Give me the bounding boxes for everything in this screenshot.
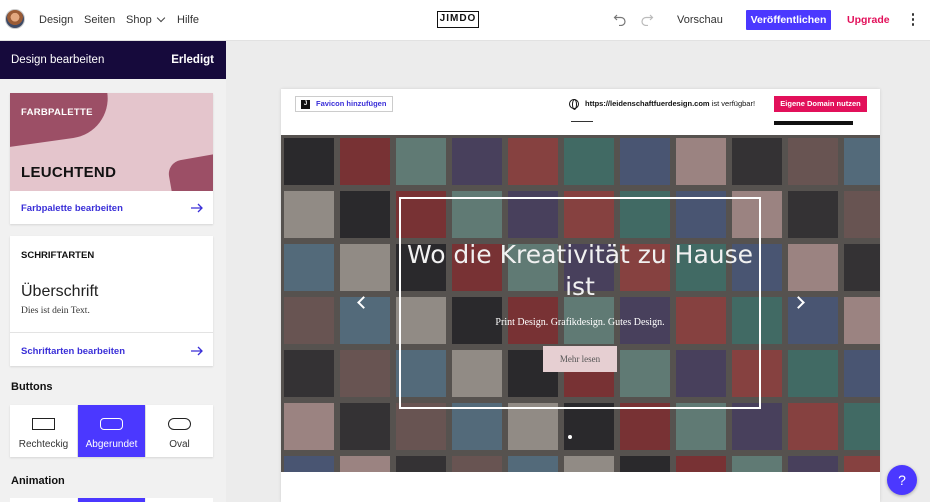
fonts-body-sample: Dies ist dein Text. bbox=[21, 306, 90, 316]
jimdo-icon: J bbox=[301, 100, 310, 109]
animation-option[interactable] bbox=[146, 498, 213, 502]
user-avatar[interactable] bbox=[5, 9, 25, 29]
nav-hilfe[interactable]: Hilfe bbox=[177, 14, 199, 26]
animation-option[interactable] bbox=[10, 498, 77, 502]
arrow-right-icon[interactable] bbox=[191, 346, 203, 356]
nav-design[interactable]: Design bbox=[39, 14, 73, 26]
palette-name: LEUCHTEND bbox=[21, 164, 117, 181]
globe-icon bbox=[569, 99, 579, 110]
fonts-label: SCHRIFTARTEN bbox=[21, 250, 95, 261]
edit-palette-link[interactable]: Farbpalette bearbeiten bbox=[21, 203, 123, 214]
jimdo-logo: JIMDO bbox=[437, 11, 479, 28]
undo-icon[interactable] bbox=[613, 12, 627, 26]
button-style-label: Abgerundet bbox=[85, 439, 138, 450]
domain-availability: https://leidenschaftfuerdesign.com ist v… bbox=[585, 99, 755, 108]
animation-section-title: Animation bbox=[11, 475, 65, 487]
preview-button[interactable]: Vorschau bbox=[677, 14, 723, 26]
domain-url: https://leidenschaftfuerdesign.com bbox=[585, 99, 710, 108]
read-more-button[interactable]: Mehr lesen bbox=[543, 346, 617, 372]
hero-title[interactable]: Wo die Kreativität zu Hause ist bbox=[399, 239, 761, 303]
sidebar-header: Design bearbeiten Erledigt bbox=[0, 41, 226, 79]
use-own-domain-button[interactable]: Eigene Domain nutzen bbox=[774, 96, 867, 112]
palette-shape bbox=[166, 152, 213, 191]
redo-icon[interactable] bbox=[640, 12, 654, 26]
design-sidebar: Design bearbeiten Erledigt FARBPALETTE L… bbox=[0, 41, 226, 502]
button-style-label: Oval bbox=[169, 439, 190, 450]
slide-indicator[interactable] bbox=[568, 435, 572, 439]
add-favicon-label: Favicon hinzufügen bbox=[316, 99, 387, 108]
website-preview: J Favicon hinzufügen https://leidenschaf… bbox=[281, 89, 880, 502]
edit-fonts-link[interactable]: Schriftarten bearbeiten bbox=[21, 346, 125, 357]
rectangle-shape-icon bbox=[32, 418, 55, 430]
done-button[interactable]: Erledigt bbox=[171, 54, 214, 66]
button-style-rectangular[interactable]: Rechteckig bbox=[10, 405, 77, 457]
button-style-label: Rechteckig bbox=[18, 439, 69, 450]
hero-subtitle[interactable]: Print Design. Grafikdesign. Gutes Design… bbox=[399, 317, 761, 328]
chevron-down-icon bbox=[156, 13, 165, 23]
nav-underline bbox=[571, 121, 593, 122]
domain-status: ist verfügbar! bbox=[711, 99, 756, 108]
palette-shape bbox=[10, 93, 113, 149]
animation-option[interactable] bbox=[78, 498, 145, 502]
rounded-shape-icon bbox=[100, 418, 123, 430]
top-bar: Design Seiten Shop Hilfe JIMDO Vorschau … bbox=[0, 0, 930, 41]
divider bbox=[10, 332, 213, 333]
button-style-oval[interactable]: Oval bbox=[146, 405, 213, 457]
more-options-icon[interactable] bbox=[908, 13, 918, 29]
sidebar-title: Design bearbeiten bbox=[11, 54, 105, 66]
add-favicon-button[interactable]: J Favicon hinzufügen bbox=[295, 96, 393, 112]
help-button[interactable]: ? bbox=[887, 465, 917, 495]
nav-underline bbox=[774, 121, 853, 125]
fonts-heading-sample: Überschrift bbox=[21, 283, 99, 300]
oval-shape-icon bbox=[168, 418, 191, 430]
fonts-card[interactable]: SCHRIFTARTEN Überschrift Dies ist dein T… bbox=[10, 236, 213, 366]
hero-frame bbox=[399, 197, 761, 409]
arrow-right-icon[interactable] bbox=[191, 203, 203, 213]
nav-seiten[interactable]: Seiten bbox=[84, 14, 115, 26]
upgrade-button[interactable]: Upgrade bbox=[847, 14, 890, 26]
palette-card[interactable]: FARBPALETTE LEUCHTEND Farbpalette bearbe… bbox=[10, 93, 213, 224]
hero-section: Wo die Kreativität zu Hause ist Print De… bbox=[281, 135, 880, 472]
nav-shop[interactable]: Shop bbox=[126, 13, 165, 26]
publish-button[interactable]: Veröffentlichen bbox=[746, 10, 831, 30]
button-style-rounded[interactable]: Abgerundet bbox=[78, 405, 145, 457]
nav-shop-label: Shop bbox=[126, 14, 152, 26]
palette-label: FARBPALETTE bbox=[21, 107, 93, 118]
buttons-section-title: Buttons bbox=[11, 381, 53, 393]
palette-preview: FARBPALETTE LEUCHTEND bbox=[10, 93, 213, 191]
